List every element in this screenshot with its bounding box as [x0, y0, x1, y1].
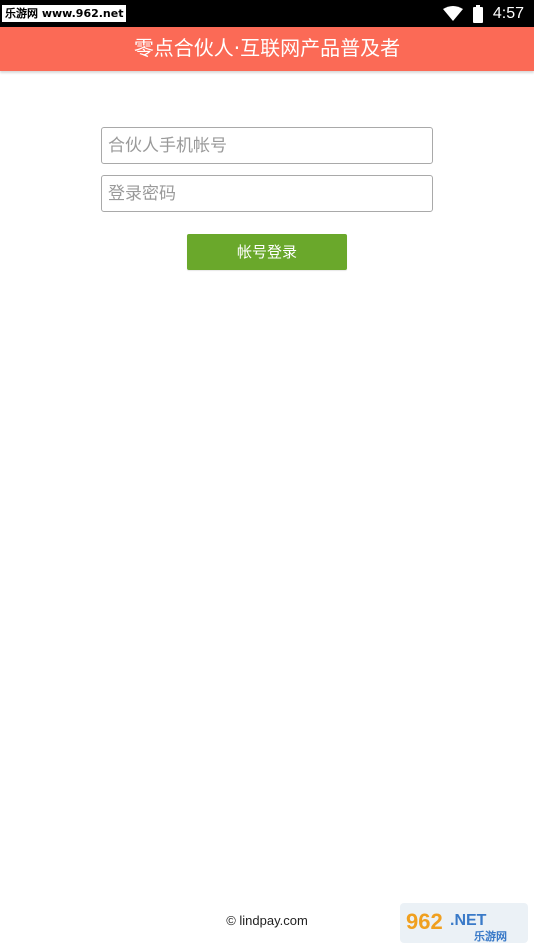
- svg-text:乐游网: 乐游网: [474, 929, 507, 943]
- svg-text:.NET: .NET: [450, 912, 487, 929]
- app-header: 零点合伙人·互联网产品普及者: [0, 27, 534, 71]
- battery-icon: [472, 4, 483, 23]
- wifi-icon: [442, 5, 463, 22]
- status-bar: 乐游网 www.962.net 4:57: [0, 0, 534, 27]
- watermark-label: 乐游网 www.962.net: [2, 5, 127, 22]
- page-title: 零点合伙人·互联网产品普及者: [133, 36, 401, 60]
- password-input[interactable]: [101, 175, 433, 212]
- site-watermark-logo: 962 .NET 乐游网: [400, 903, 528, 943]
- phone-account-input[interactable]: [101, 127, 433, 164]
- svg-text:962: 962: [406, 909, 443, 934]
- login-button[interactable]: 帐号登录: [187, 234, 347, 270]
- status-time: 4:57: [492, 4, 524, 22]
- status-right: 4:57: [442, 0, 524, 27]
